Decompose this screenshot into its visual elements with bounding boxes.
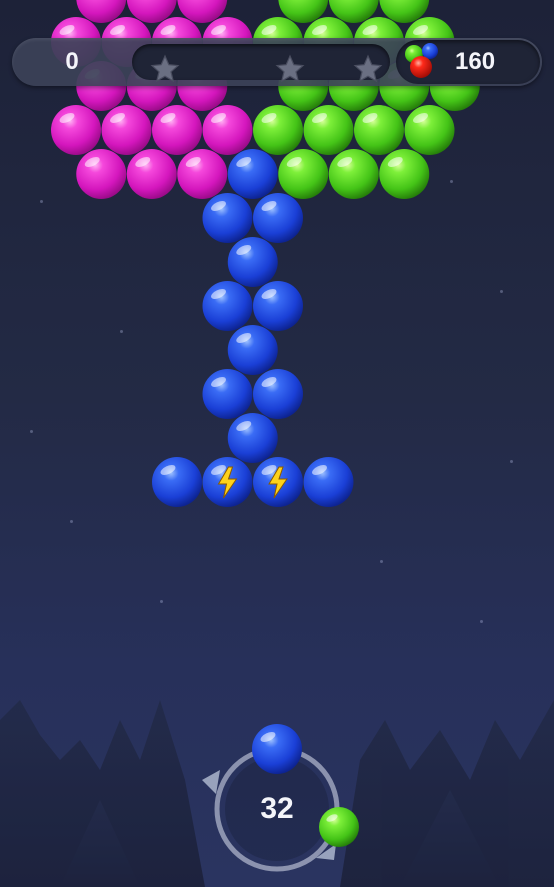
green-bubble: [303, 105, 354, 155]
blue-bubble: [227, 325, 278, 375]
pink-bubble: [177, 149, 228, 199]
blue-bubble: [253, 457, 303, 507]
star-icon: [150, 54, 180, 83]
pink-bubble: [202, 105, 253, 155]
background-star-dot: [510, 460, 513, 463]
pink-bubble: [51, 105, 101, 155]
background-star-dot: [500, 290, 503, 293]
blue-bubble: [227, 149, 278, 199]
blue-bubble: [202, 457, 253, 507]
blue-bubble: [202, 193, 253, 243]
colored-balls-icon: [405, 43, 438, 78]
bubble-count-value: 160: [455, 48, 496, 75]
blue-bubble: [152, 457, 202, 507]
next-bubble[interactable]: [316, 804, 362, 850]
background-star-dot: [120, 330, 123, 333]
background-star-dot: [450, 180, 453, 183]
green-bubble: [253, 105, 303, 155]
pink-bubble: [101, 105, 152, 155]
star-icon: [275, 54, 305, 83]
green-bubble: [379, 149, 430, 199]
blue-bubble: [303, 457, 354, 507]
blue-bubble: [253, 193, 303, 243]
blue-bubble: [253, 281, 303, 331]
background-star-dot: [30, 430, 33, 433]
blue-bubble: [227, 237, 278, 287]
current-bubble[interactable]: [248, 720, 306, 778]
background-star-dot: [70, 520, 73, 523]
background-star-dot: [160, 600, 163, 603]
green-bubble: [404, 105, 455, 155]
pink-bubble: [126, 149, 177, 199]
blue-bubble: [202, 369, 253, 419]
swap-arrows-icon[interactable]: [198, 764, 228, 800]
green-bubble: [278, 149, 329, 199]
score-display: 0: [14, 40, 136, 84]
score-value: 0: [65, 48, 79, 75]
green-bubble: [354, 105, 404, 155]
blue-bubble: [202, 281, 253, 331]
star-icon: [353, 54, 383, 83]
green-bubble: [328, 149, 379, 199]
pink-bubble: [152, 105, 202, 155]
background-star-dot: [480, 620, 483, 623]
moves-remaining: 32: [260, 792, 294, 825]
background-star-dot: [40, 200, 43, 203]
blue-bubble: [253, 369, 303, 419]
pink-bubble: [76, 149, 127, 199]
background-star-dot: [380, 560, 383, 563]
blue-bubble: [227, 413, 278, 463]
